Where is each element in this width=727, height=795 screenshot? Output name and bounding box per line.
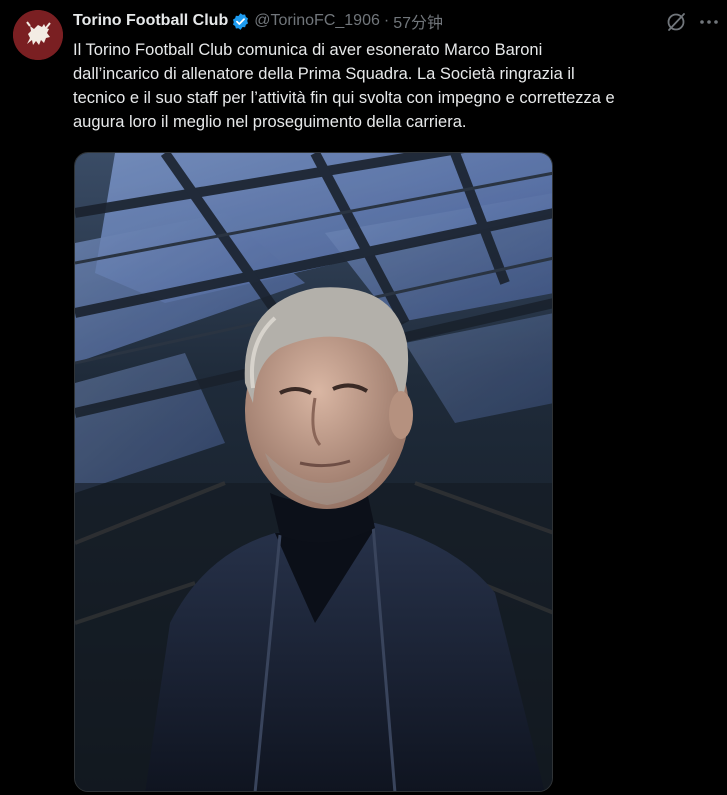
display-name[interactable]: Torino Football Club [73, 12, 228, 30]
timestamp[interactable]: 57分钟 [393, 9, 443, 33]
torino-bull-logo-icon [13, 10, 63, 60]
avatar[interactable] [13, 10, 63, 60]
tweet-photo[interactable] [74, 152, 553, 792]
grok-icon[interactable] [665, 11, 687, 33]
tweet-header: Torino Football Club @TorinoFC_1906 · 57… [73, 10, 443, 32]
handle[interactable]: @TorinoFC_1906 [254, 12, 380, 30]
more-icon[interactable] [697, 11, 721, 33]
tweet[interactable]: Torino Football Club @TorinoFC_1906 · 57… [0, 0, 727, 795]
verified-badge-icon [231, 12, 250, 31]
tweet-text: Il Torino Football Club comunica di aver… [73, 41, 615, 131]
separator-dot: · [383, 12, 390, 29]
photo-illustration [75, 153, 552, 791]
